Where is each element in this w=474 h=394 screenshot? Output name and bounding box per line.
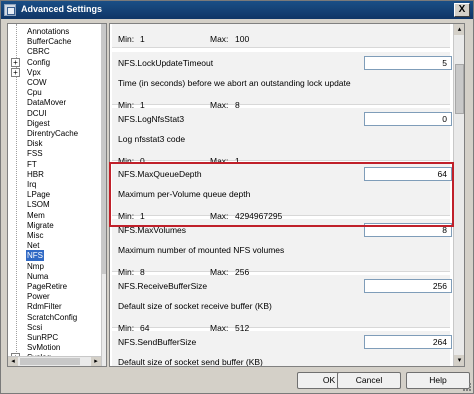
advanced-settings-window: Advanced Settings X Annotations BufferCac… (0, 0, 474, 394)
setting-name: NFS.ReceiveBufferSize (118, 281, 208, 291)
resize-grip-icon[interactable] (463, 383, 471, 391)
setting-name: NFS.LogNfsStat3 (118, 114, 185, 124)
setting-description: Default size of socket receive buffer (K… (118, 301, 272, 311)
expand-plus-icon[interactable]: + (11, 67, 20, 77)
min-value: 1 (140, 34, 145, 44)
setting-value-input[interactable]: 5 (364, 56, 452, 70)
setting-row: NFS.LockUpdateTimeout 5 Time (in seconds) … (112, 52, 452, 110)
setting-name: NFS.LockUpdateTimeout (118, 58, 214, 68)
cancel-button[interactable]: Cancel (337, 372, 401, 389)
window-title: Advanced Settings (21, 4, 103, 14)
panel-vertical-scrollbar[interactable]: ▴ ▾ (453, 24, 464, 366)
setting-row: NFS.LogNfsStat3 0 Log nfsstat3 code Min: 0 Ma… (112, 108, 452, 166)
setting-description: Default size of socket send buffer (KB) (118, 357, 263, 367)
setting-row: NFS.ReceiveBufferSize 256 Default size of … (112, 275, 452, 333)
setting-value-input[interactable]: 264 (364, 335, 452, 349)
panel-scroll-thumb[interactable] (455, 64, 464, 114)
setting-description: Maximum number of mounted NFS volumes (118, 245, 285, 255)
tree-vertical-scrollbar[interactable] (101, 24, 106, 366)
setting-value-input[interactable]: 256 (364, 279, 452, 293)
help-button[interactable]: Help (406, 372, 470, 389)
setting-row-previous: Min: 1 Max: 100 (112, 24, 450, 48)
setting-name: NFS.SendBufferSize (118, 337, 197, 347)
expand-plus-icon[interactable]: + (11, 57, 20, 67)
scroll-right-arrow-icon[interactable]: ▸ (91, 357, 101, 366)
highlight-box (109, 162, 454, 227)
tree-scroll-thumb[interactable] (102, 24, 106, 274)
scroll-down-arrow-icon[interactable]: ▾ (454, 355, 464, 366)
scroll-left-arrow-icon[interactable]: ◂ (8, 357, 18, 366)
setting-description: Time (in seconds) before we abort an out… (118, 78, 351, 88)
max-label: Max: (210, 34, 229, 44)
setting-value-input[interactable]: 0 (364, 112, 452, 126)
tree-hscroll-thumb[interactable] (20, 358, 80, 365)
min-label: Min: (118, 34, 135, 44)
tree-horizontal-scrollbar[interactable]: ◂ ▸ (8, 356, 101, 366)
title-bar[interactable]: Advanced Settings X (1, 1, 473, 19)
window-icon (4, 4, 16, 16)
scroll-up-arrow-icon[interactable]: ▴ (454, 24, 464, 35)
close-button[interactable]: X (454, 3, 470, 17)
setting-description: Log nfsstat3 code (118, 134, 186, 144)
settings-category-tree[interactable]: Annotations BufferCache CBRC + Config + Vpx COW… (7, 23, 107, 367)
setting-row: NFS.SendBufferSize 264 Default size of soc… (112, 331, 452, 367)
max-value: 100 (235, 34, 250, 44)
